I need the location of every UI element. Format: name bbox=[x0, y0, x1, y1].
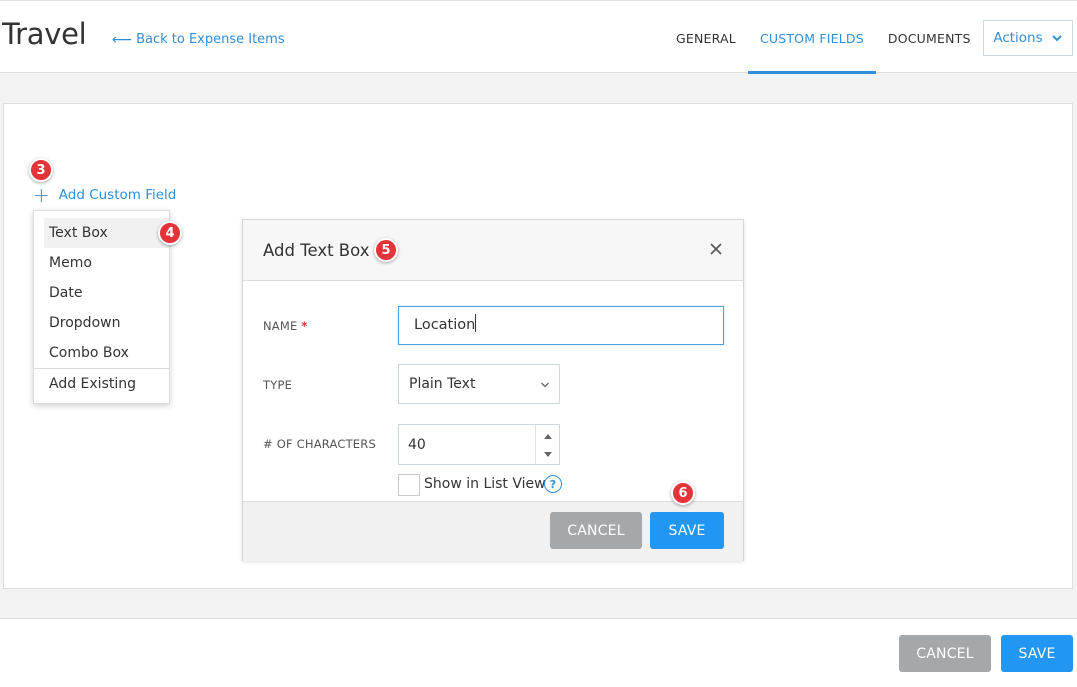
chevron-down-icon bbox=[541, 382, 549, 388]
type-field-label: TYPE bbox=[263, 378, 293, 392]
tab-documents[interactable]: DOCUMENTS bbox=[876, 1, 983, 74]
page-save-button[interactable]: SAVE bbox=[1001, 635, 1073, 672]
menu-item-text-box[interactable]: Text Box bbox=[44, 218, 169, 248]
dialog-save-button[interactable]: SAVE bbox=[650, 512, 724, 549]
menu-item-memo[interactable]: Memo bbox=[34, 248, 169, 278]
actions-button[interactable]: Actions bbox=[983, 20, 1073, 56]
tab-custom-fields[interactable]: CUSTOM FIELDS bbox=[747, 1, 876, 74]
show-in-list-view-checkbox[interactable] bbox=[398, 474, 420, 496]
step-badge-5: 5 bbox=[374, 238, 398, 262]
step-badge-4: 4 bbox=[158, 221, 182, 245]
tab-general[interactable]: GENERAL bbox=[664, 1, 748, 74]
custom-field-type-menu: Text Box Memo Date Dropdown Combo Box Ad… bbox=[33, 210, 170, 404]
add-custom-field-button[interactable]: + Add Custom Field bbox=[33, 183, 177, 207]
name-label-text: NAME bbox=[263, 319, 298, 333]
add-text-box-dialog: Add Text Box NAME * Location TYPE Plain … bbox=[242, 219, 744, 561]
stepper-down-icon[interactable] bbox=[544, 452, 552, 457]
type-select[interactable]: Plain Text bbox=[398, 364, 560, 404]
dialog-header: Add Text Box bbox=[243, 220, 743, 281]
tab-bar: GENERAL CUSTOM FIELDS DOCUMENTS bbox=[664, 1, 983, 74]
plus-icon: + bbox=[33, 183, 50, 207]
name-input[interactable]: Location bbox=[398, 306, 724, 345]
menu-item-combo-box[interactable]: Combo Box bbox=[34, 338, 169, 368]
page-footer: CANCEL SAVE bbox=[0, 618, 1077, 687]
characters-value: 40 bbox=[408, 437, 426, 453]
dialog-footer: CANCEL SAVE bbox=[243, 501, 743, 561]
page-title: Travel bbox=[2, 17, 87, 51]
characters-field-label: # OF CHARACTERS bbox=[263, 437, 376, 451]
back-to-expense-items-link[interactable]: ⟵ Back to Expense Items bbox=[112, 32, 285, 47]
show-in-list-view-label: Show in List View bbox=[424, 476, 546, 492]
menu-item-date[interactable]: Date bbox=[34, 278, 169, 308]
arrow-left-icon: ⟵ bbox=[112, 31, 133, 48]
dialog-cancel-button[interactable]: CANCEL bbox=[550, 512, 642, 549]
back-link-label: Back to Expense Items bbox=[136, 32, 285, 47]
name-field-label: NAME * bbox=[263, 319, 308, 333]
actions-label: Actions bbox=[993, 30, 1043, 46]
text-caret bbox=[475, 314, 477, 332]
add-custom-field-label: Add Custom Field bbox=[58, 187, 177, 203]
dialog-title: Add Text Box bbox=[263, 241, 370, 260]
type-select-value: Plain Text bbox=[409, 376, 476, 392]
stepper-up-icon[interactable] bbox=[544, 434, 552, 439]
help-icon[interactable]: ? bbox=[544, 475, 562, 493]
step-badge-3: 3 bbox=[29, 158, 53, 182]
chevron-down-icon bbox=[1051, 35, 1062, 42]
menu-item-add-existing[interactable]: Add Existing bbox=[34, 369, 169, 399]
step-badge-6: 6 bbox=[671, 481, 695, 505]
required-mark: * bbox=[301, 319, 308, 333]
name-input-value: Location bbox=[414, 317, 476, 333]
characters-stepper[interactable]: 40 bbox=[398, 424, 560, 465]
page-header: Travel ⟵ Back to Expense Items GENERAL C… bbox=[0, 0, 1077, 74]
close-icon[interactable] bbox=[707, 240, 725, 258]
stepper-arrows bbox=[535, 425, 559, 464]
page-cancel-button[interactable]: CANCEL bbox=[899, 635, 991, 672]
menu-item-dropdown[interactable]: Dropdown bbox=[34, 308, 169, 338]
